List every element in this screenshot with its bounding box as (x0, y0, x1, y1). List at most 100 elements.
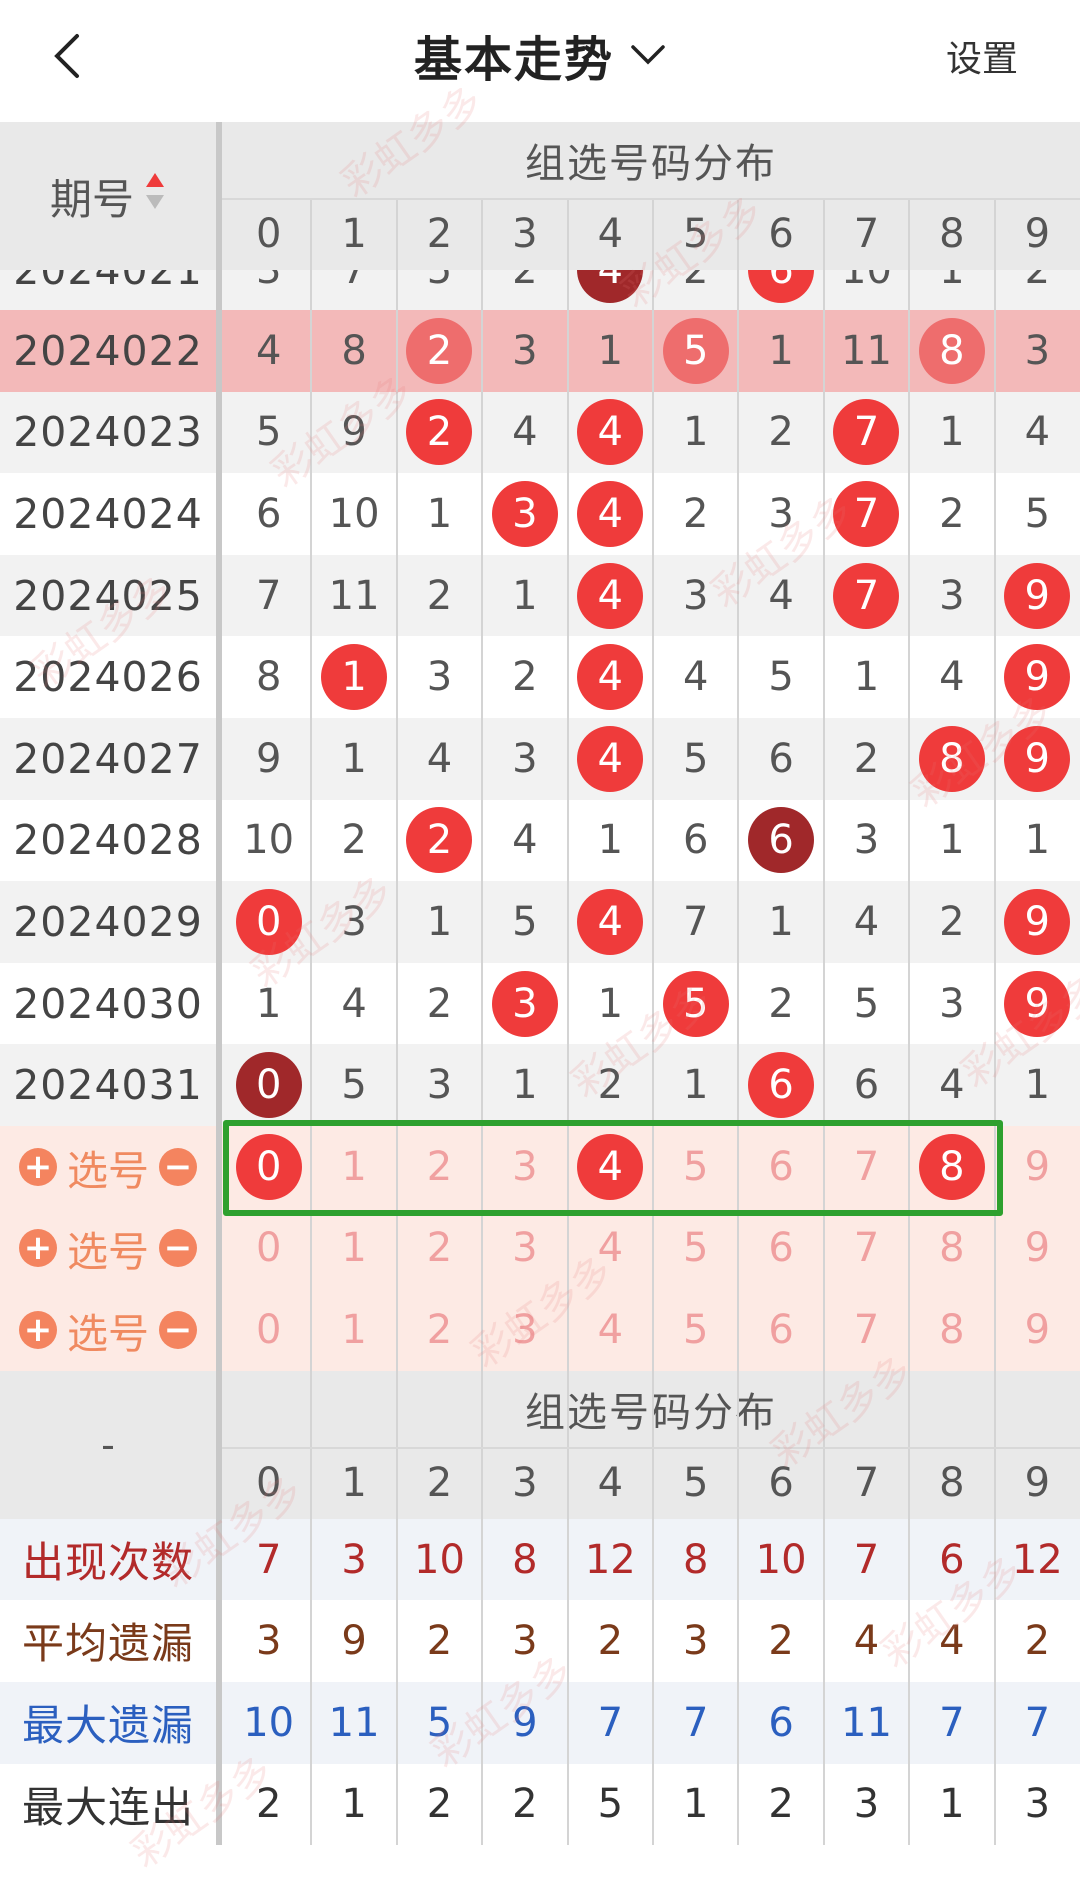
number-cell: 9 (341, 409, 367, 456)
minus-button[interactable]: − (159, 1147, 197, 1186)
period-cell: 2024025 (13, 571, 203, 620)
select-digit[interactable]: 1 (311, 1289, 396, 1371)
hit-ball: 9 (1004, 970, 1071, 1037)
number-cell: 4 (341, 980, 367, 1027)
number-cell: 7 (311, 270, 396, 310)
table-row: 2024022 4 8 2 3 1 5 1 11 8 3 (0, 310, 1080, 392)
settings-button[interactable]: 设置 (946, 30, 1018, 82)
select-digit[interactable]: 8 (909, 1208, 994, 1290)
number-cell: 3 (512, 735, 538, 782)
number-cell: 4 (568, 392, 653, 474)
period-cell: 2024026 (13, 653, 203, 702)
digit-header: 8 (939, 211, 965, 257)
table-row: 2024024 6 10 1 3 4 2 3 7 2 5 (0, 473, 1080, 555)
plus-button[interactable]: + (19, 1229, 57, 1268)
select-digit[interactable]: 3 (482, 1289, 567, 1371)
hit-ball: 0 (235, 888, 302, 955)
number-cell: 4 (512, 409, 538, 456)
stats-value: 2 (426, 1618, 453, 1665)
select-digit[interactable]: 5 (653, 1289, 738, 1371)
number-cell: 3 (939, 980, 965, 1027)
select-row: + 选号 −0 1 2 3 4 5 6 7 8 9 (0, 1207, 1080, 1290)
stats-value: 7 (682, 1699, 709, 1746)
number-cell: 11 (328, 572, 380, 619)
stats-label: 最大遗漏 (21, 1701, 194, 1750)
stats-value: 2 (1024, 1618, 1051, 1665)
number-cell: 5 (768, 654, 794, 701)
number-cell: 3 (426, 1062, 453, 1109)
select-digit[interactable]: 4 (568, 1208, 653, 1290)
hit-ball: 4 (577, 644, 644, 711)
select-digit[interactable]: 0 (226, 1289, 311, 1371)
select-row-controls: + 选号 − (0, 1126, 216, 1207)
number-cell: 4 (568, 636, 653, 718)
select-digit[interactable]: 4 (568, 1289, 653, 1371)
plus-button[interactable]: + (19, 1147, 57, 1186)
number-cell: 4 (512, 817, 538, 864)
number-cell: 6 (255, 490, 282, 537)
hit-ball: 7 (833, 562, 900, 629)
number-cell: 4 (939, 1062, 965, 1109)
stats-value: 2 (255, 1781, 282, 1828)
select-digit[interactable]: 6 (738, 1208, 823, 1290)
number-cell: 4 (768, 572, 794, 619)
select-digit[interactable]: 1 (311, 1208, 396, 1290)
period-cell: 2024023 (13, 408, 203, 457)
chevron-down-icon (631, 45, 665, 65)
table-row: 2024023 5 9 2 4 4 1 2 7 1 4 (0, 391, 1080, 474)
select-digit[interactable]: 2 (397, 1289, 482, 1371)
number-cell: 6 (738, 1044, 823, 1126)
table-header: 期号 组选号码分布 0 1 2 3 4 5 6 7 8 9 (0, 122, 1080, 270)
minus-button[interactable]: − (159, 1229, 197, 1268)
select-digit[interactable]: 7 (824, 1289, 909, 1371)
number-cell: 4 (568, 718, 653, 800)
plus-button[interactable]: + (19, 1310, 57, 1349)
stats-value: 5 (597, 1781, 624, 1828)
number-cell: 5 (653, 310, 738, 392)
hit-ball: 7 (833, 399, 900, 466)
number-cell: 2 (341, 817, 367, 864)
number-cell: 5 (397, 270, 482, 310)
select-digit[interactable]: 9 (995, 1126, 1080, 1208)
number-cell: 2 (939, 490, 965, 537)
number-cell: 1 (255, 980, 282, 1027)
select-digit[interactable]: 8 (909, 1289, 994, 1371)
digit-header: 0 (255, 211, 282, 257)
select-digit[interactable]: 0 (226, 1208, 311, 1290)
number-cell: 1 (939, 817, 965, 864)
stats-value: 3 (682, 1618, 709, 1665)
select-digit[interactable]: 6 (738, 1289, 823, 1371)
stats-value: 3 (341, 1536, 367, 1583)
number-cell: 4 (682, 654, 709, 701)
number-cell: 3 (512, 327, 538, 374)
period-cell: 2024027 (13, 734, 203, 783)
number-cell: 8 (909, 718, 994, 800)
digit-header: 7 (853, 1459, 880, 1506)
select-row-controls: + 选号 − (0, 1208, 216, 1289)
stats-label: 平均遗漏 (21, 1619, 194, 1669)
period-cell: 2024029 (13, 897, 203, 946)
stats-value: 7 (939, 1699, 965, 1746)
number-cell: 6 (853, 1062, 880, 1109)
number-cell: 3 (682, 572, 709, 619)
select-digit[interactable]: 3 (482, 1208, 567, 1290)
number-cell: 6 (768, 735, 794, 782)
table-row: 2024025 7 11 2 1 4 3 4 7 3 9 (0, 554, 1080, 637)
title-dropdown[interactable]: 基本走势 (0, 20, 1080, 90)
number-cell: 3 (482, 963, 567, 1045)
select-digit[interactable]: 9 (995, 1208, 1080, 1290)
stats-value: 2 (426, 1781, 453, 1828)
stats-value: 4 (853, 1618, 880, 1665)
stats-section-title: 组选号码分布 (525, 1389, 777, 1436)
stats-value: 10 (414, 1536, 465, 1583)
stats-value: 5 (426, 1699, 453, 1746)
digit-header: 1 (341, 211, 367, 257)
select-digit[interactable]: 2 (397, 1208, 482, 1290)
select-digit[interactable]: 9 (995, 1289, 1080, 1371)
select-digit[interactable]: 5 (653, 1208, 738, 1290)
number-cell: 5 (512, 898, 538, 945)
stats-label: 最大连出 (21, 1782, 194, 1832)
number-cell: 3 (768, 490, 794, 537)
minus-button[interactable]: − (159, 1310, 197, 1349)
select-digit[interactable]: 7 (824, 1208, 909, 1290)
